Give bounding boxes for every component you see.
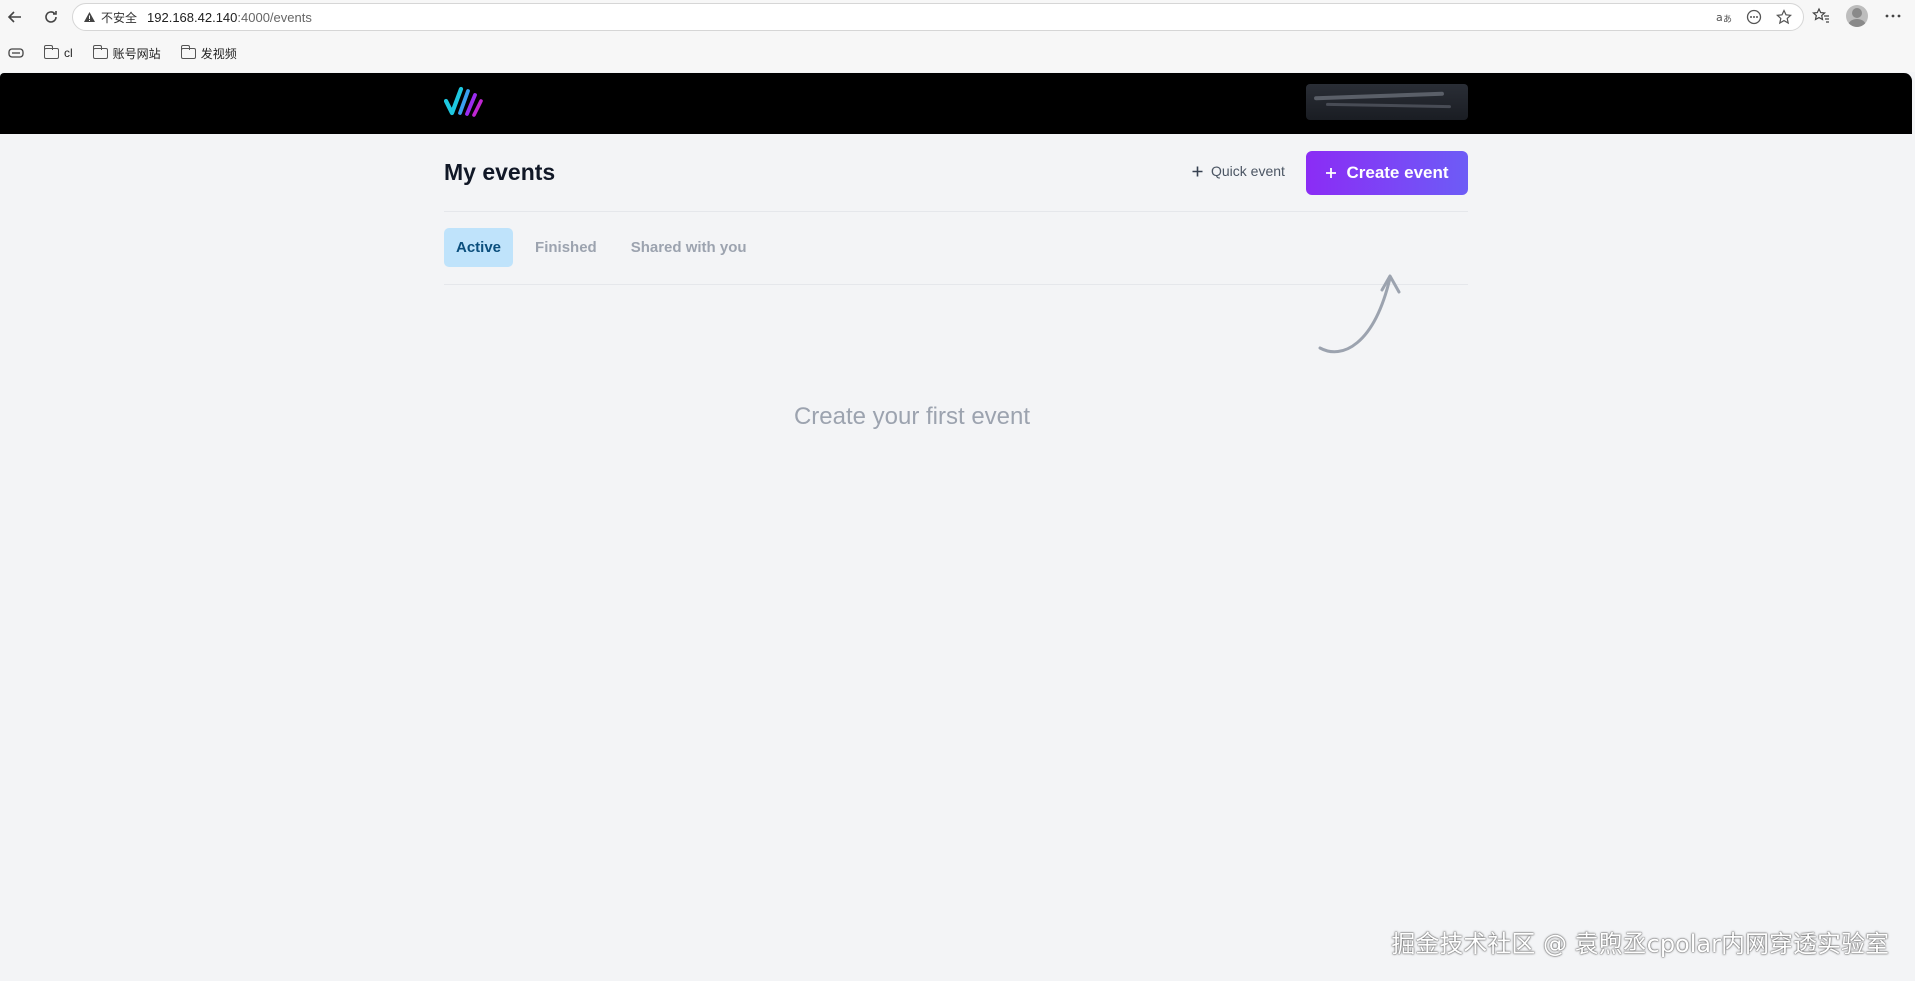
profile-avatar[interactable] bbox=[1845, 4, 1869, 28]
bookmark-label: 账号网站 bbox=[112, 46, 161, 61]
plus-icon bbox=[1326, 168, 1337, 178]
address-bar[interactable]: 不安全 192.168.42.140:4000/events aあ bbox=[72, 3, 1804, 31]
user-menu[interactable] bbox=[1306, 84, 1468, 120]
favorite-star-icon[interactable] bbox=[1775, 8, 1793, 26]
svg-text:a: a bbox=[1716, 11, 1723, 24]
browser-toolbar: 不安全 192.168.42.140:4000/events aあ bbox=[0, 0, 1915, 34]
svg-text:あ: あ bbox=[1723, 14, 1732, 24]
header-divider bbox=[444, 211, 1468, 212]
folder-icon bbox=[92, 44, 108, 59]
curved-arrow-icon bbox=[1318, 274, 1401, 354]
tab-active[interactable]: Active bbox=[444, 228, 514, 267]
app-header bbox=[0, 73, 1912, 134]
empty-state-text: Create your first event bbox=[793, 403, 1031, 430]
page-title: My events bbox=[444, 159, 556, 185]
translate-icon[interactable]: aあ bbox=[1715, 8, 1733, 26]
event-tabs: Active Finished Shared with you bbox=[444, 228, 759, 267]
tab-finished[interactable]: Finished bbox=[523, 228, 609, 267]
back-button[interactable] bbox=[4, 6, 26, 28]
plus-icon bbox=[1192, 166, 1203, 176]
folder-icon bbox=[180, 44, 196, 59]
security-indicator[interactable]: 不安全 bbox=[83, 9, 137, 26]
tab-group-icon bbox=[8, 48, 24, 58]
quick-event-label: Quick event bbox=[1211, 163, 1285, 179]
favorites-icon[interactable] bbox=[1809, 4, 1833, 28]
warning-icon bbox=[84, 12, 95, 22]
watermark-text: 掘金技术社区 @ 袁煦丞cpolar内网穿透实验室 bbox=[1391, 930, 1889, 958]
reading-mode-icon[interactable] bbox=[1745, 8, 1763, 26]
bookmark-folder[interactable]: 账号网站 bbox=[92, 44, 161, 62]
empty-state-message: Create your first event bbox=[0, 403, 1912, 431]
quick-event-button[interactable]: Quick event bbox=[1192, 163, 1285, 179]
create-event-button[interactable]: Create event bbox=[1306, 151, 1468, 195]
create-event-label: Create event bbox=[1346, 163, 1449, 182]
back-arrow-icon bbox=[7, 11, 21, 23]
bookmark-label: 发视频 bbox=[200, 46, 237, 61]
more-menu-icon[interactable] bbox=[1881, 4, 1905, 28]
tab-shared-with-you[interactable]: Shared with you bbox=[619, 228, 759, 267]
bookmark-manager[interactable] bbox=[8, 47, 24, 59]
bookmarks-bar: cl 账号网站 发视频 bbox=[0, 34, 1915, 72]
bookmark-folder[interactable]: cl bbox=[44, 44, 73, 60]
avatar-icon bbox=[1846, 5, 1868, 27]
reload-icon bbox=[45, 11, 57, 23]
folder-icon bbox=[44, 44, 59, 59]
bookmark-folder[interactable]: 发视频 bbox=[180, 44, 237, 62]
bookmark-label: cl bbox=[64, 46, 73, 60]
reload-button[interactable] bbox=[40, 6, 62, 28]
url-path: :4000/events bbox=[237, 9, 312, 25]
brand-logo[interactable] bbox=[444, 83, 484, 119]
url-host: 192.168.42.140 bbox=[147, 9, 238, 25]
security-label: 不安全 bbox=[101, 10, 138, 25]
